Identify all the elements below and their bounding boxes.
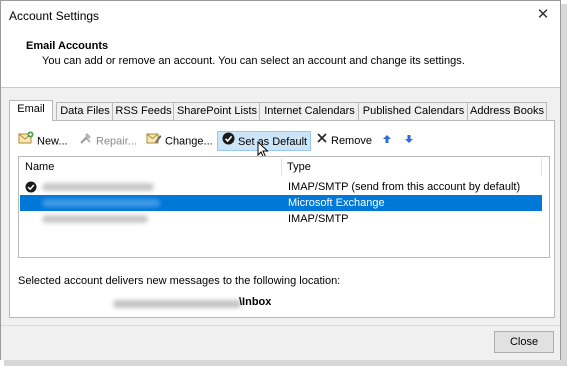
header-subtitle: You can add or remove an account. You ca…	[42, 55, 465, 67]
tab-sharepoint-lists[interactable]: SharePoint Lists	[173, 102, 261, 120]
move-up-button[interactable]	[382, 131, 396, 151]
account-row[interactable]: IMAP/SMTP	[20, 211, 542, 227]
redacted-account-name	[42, 183, 154, 191]
remove-x-icon	[316, 131, 328, 151]
delivery-location-folder: \Inbox	[239, 296, 272, 308]
close-icon[interactable]: ✕	[532, 5, 554, 25]
dialog-header: Email Accounts You can add or remove an …	[1, 31, 560, 88]
delivery-location-label: Selected account delivers new messages t…	[18, 275, 341, 287]
redacted-account-name	[42, 199, 160, 207]
set-as-default-label: Set as Default	[238, 136, 308, 148]
header-title: Email Accounts	[26, 40, 109, 52]
account-row[interactable]: IMAP/SMTP (send from this account by def…	[20, 179, 542, 195]
change-icon	[146, 131, 162, 152]
account-type: Microsoft Exchange	[288, 197, 385, 209]
change-button[interactable]: Change...	[146, 131, 213, 151]
default-check-icon	[222, 132, 235, 152]
remove-button-label: Remove	[331, 135, 372, 147]
redacted-account-name	[42, 215, 148, 223]
repair-button[interactable]: Repair...	[79, 131, 137, 151]
new-account-icon	[18, 131, 34, 152]
column-divider	[281, 158, 282, 176]
tab-data-files[interactable]: Data Files	[56, 102, 114, 120]
repair-icon	[79, 131, 93, 152]
column-header-name[interactable]: Name	[25, 157, 54, 177]
account-list: Name Type IMAP/SMTP (send from this acco…	[18, 156, 550, 258]
account-type: IMAP/SMTP (send from this account by def…	[288, 181, 521, 193]
redacted-mailbox-name	[113, 300, 241, 308]
account-type: IMAP/SMTP	[288, 213, 349, 225]
change-button-label: Change...	[165, 135, 213, 148]
new-button-label: New...	[37, 135, 68, 148]
column-header-type[interactable]: Type	[287, 157, 311, 177]
title-bar: Account Settings ✕	[1, 1, 560, 31]
tab-email[interactable]: Email	[9, 100, 53, 121]
dialog-footer: Close	[1, 325, 560, 360]
move-up-icon	[382, 131, 392, 151]
email-tab-panel: New... Repair... Change... Set as Defaul…	[9, 120, 555, 318]
account-row[interactable]: Microsoft Exchange	[20, 195, 542, 211]
move-down-button[interactable]	[404, 131, 418, 151]
window-title: Account Settings	[9, 9, 100, 23]
move-down-icon	[404, 131, 414, 151]
tab-rss-feeds[interactable]: RSS Feeds	[112, 102, 175, 120]
tab-address-books[interactable]: Address Books	[467, 102, 547, 120]
tab-internet-calendars[interactable]: Internet Calendars	[259, 102, 360, 120]
tab-published-calendars[interactable]: Published Calendars	[358, 102, 469, 120]
remove-button[interactable]: Remove	[316, 131, 372, 151]
account-settings-dialog: Account Settings ✕ Email Accounts You ca…	[0, 0, 561, 360]
repair-button-label: Repair...	[96, 135, 137, 148]
close-button[interactable]: Close	[494, 331, 554, 353]
new-button[interactable]: New...	[18, 131, 68, 151]
column-divider	[541, 158, 542, 176]
